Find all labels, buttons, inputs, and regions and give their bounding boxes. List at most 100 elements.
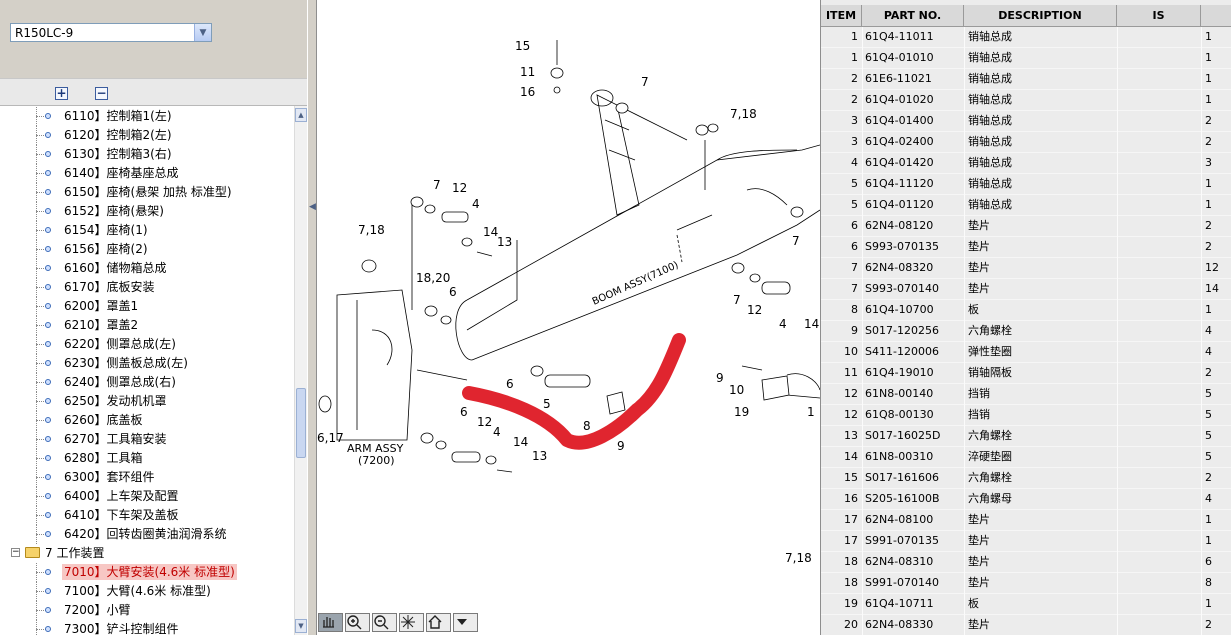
callout-number[interactable]: 13 xyxy=(497,235,512,249)
expand-all-button[interactable]: + xyxy=(55,87,68,100)
home-button[interactable] xyxy=(426,613,451,632)
tree-item[interactable]: 6230】侧盖板总成(左) xyxy=(0,354,294,373)
parts-table-row[interactable]: 3 61Q4-01400 销轴总成 2 xyxy=(821,111,1231,132)
parts-table-row[interactable]: 4 61Q4-01420 销轴总成 3 xyxy=(821,153,1231,174)
tree-item[interactable]: 6300】套环组件 xyxy=(0,468,294,487)
tree-item[interactable]: 6170】底板安装 xyxy=(0,278,294,297)
callout-number[interactable]: 6 xyxy=(449,285,457,299)
parts-table-row[interactable]: 2 61Q4-01020 销轴总成 1 xyxy=(821,90,1231,111)
tree-item-selected[interactable]: 7010】大臂安装(4.6米 标准型) xyxy=(0,563,294,582)
parts-table-row[interactable]: 9 S017-120256 六角螺栓 4 xyxy=(821,321,1231,342)
parts-table-row[interactable]: 1 61Q4-11011 销轴总成 1 xyxy=(821,27,1231,48)
parts-table-row[interactable]: 8 61Q4-10700 板 1 xyxy=(821,300,1231,321)
callout-number[interactable]: 7 xyxy=(733,293,741,307)
tree-item[interactable]: 6220】侧罩总成(左) xyxy=(0,335,294,354)
callout-number[interactable]: 12 xyxy=(452,181,467,195)
callout-number[interactable]: 15 xyxy=(515,39,530,53)
parts-table-row[interactable]: 18 S991-070140 垫片 8 xyxy=(821,573,1231,594)
callout-number[interactable]: 4 xyxy=(493,425,501,439)
callout-number[interactable]: 4 xyxy=(779,317,787,331)
col-header-is[interactable]: IS xyxy=(1117,5,1201,27)
tree-item[interactable]: 6280】工具箱 xyxy=(0,449,294,468)
tree-scrollbar[interactable]: ▲ ▼ xyxy=(294,106,307,635)
tree-item[interactable]: 6130】控制箱3(右) xyxy=(0,145,294,164)
tree-item[interactable]: 6420】回转齿圈黄油润滑系统 xyxy=(0,525,294,544)
callout-number[interactable]: 11 xyxy=(520,65,535,79)
tree-item[interactable]: 6160】储物箱总成 xyxy=(0,259,294,278)
parts-table-row[interactable]: 10 S411-120006 弹性垫圈 4 xyxy=(821,342,1231,363)
callout-number[interactable]: 14 xyxy=(513,435,528,449)
parts-table-row[interactable]: 14 61N8-00310 淬硬垫圈 5 xyxy=(821,447,1231,468)
tree-item[interactable]: 6140】座椅基座总成 xyxy=(0,164,294,183)
callout-number[interactable]: 8 xyxy=(583,419,591,433)
select-sparkle-button[interactable] xyxy=(399,613,424,632)
callout-number[interactable]: 12 xyxy=(747,303,762,317)
callout-number[interactable]: 13 xyxy=(532,449,547,463)
parts-table-row[interactable]: 6 S993-070135 垫片 2 xyxy=(821,237,1231,258)
tree-item[interactable]: 7100】大臂(4.6米 标准型) xyxy=(0,582,294,601)
callout-number[interactable]: 19 xyxy=(734,405,749,419)
zoom-in-button[interactable] xyxy=(345,613,370,632)
parts-table-row[interactable]: 5 61Q4-11120 销轴总成 1 xyxy=(821,174,1231,195)
tree-item[interactable]: 7200】小臂 xyxy=(0,601,294,620)
callout-number[interactable]: 1 xyxy=(807,405,815,419)
scroll-down-icon[interactable]: ▼ xyxy=(295,619,307,633)
tree-item[interactable]: 6152】座椅(悬架) xyxy=(0,202,294,221)
tree-folder-work-equipment[interactable]: − 7 工作装置 xyxy=(0,544,294,563)
scroll-up-icon[interactable]: ▲ xyxy=(295,108,307,122)
parts-table-row[interactable]: 17 62N4-08100 垫片 1 xyxy=(821,510,1231,531)
callout-number[interactable]: 7 xyxy=(433,178,441,192)
collapse-node-icon[interactable]: − xyxy=(11,548,20,557)
parts-table-row[interactable]: 13 S017-16025D 六角螺栓 5 xyxy=(821,426,1231,447)
scroll-thumb[interactable] xyxy=(296,388,306,458)
model-select[interactable]: R150LC-9 ▼ xyxy=(10,23,212,42)
tree-item[interactable]: 6410】下车架及盖板 xyxy=(0,506,294,525)
parts-table-row[interactable]: 6 62N4-08120 垫片 2 xyxy=(821,216,1231,237)
callout-number[interactable]: 6,17 xyxy=(317,431,344,445)
parts-table-row[interactable]: 2 61E6-11021 销轴总成 1 xyxy=(821,69,1231,90)
callout-number[interactable]: 6 xyxy=(460,405,468,419)
tree-item[interactable]: 6210】罩盖2 xyxy=(0,316,294,335)
parts-table-row[interactable]: 7 S993-070140 垫片 14 xyxy=(821,279,1231,300)
callout-number[interactable]: 18,20 xyxy=(416,271,450,285)
parts-table-row[interactable]: 20 62N4-08330 垫片 2 xyxy=(821,615,1231,635)
parts-table-row[interactable]: 5 61Q4-01120 销轴总成 1 xyxy=(821,195,1231,216)
chevron-down-icon[interactable]: ▼ xyxy=(194,24,211,41)
callout-number[interactable]: 6 xyxy=(506,377,514,391)
callout-number[interactable]: 12 xyxy=(477,415,492,429)
tree-item[interactable]: 6120】控制箱2(左) xyxy=(0,126,294,145)
callout-number[interactable]: 7 xyxy=(641,75,649,89)
col-header-part-no[interactable]: PART NO. xyxy=(862,5,964,27)
callout-number[interactable]: 9 xyxy=(617,439,625,453)
parts-table-row[interactable]: 19 61Q4-10711 板 1 xyxy=(821,594,1231,615)
exploded-drawing[interactable]: 15 11 16 7 7,18 7 12 4 14 13 7,18 18,20 6 7 7 12 4 14 6 5 6 1… xyxy=(317,0,820,635)
callout-number[interactable]: 16 xyxy=(520,85,535,99)
callout-number[interactable]: 7 xyxy=(792,234,800,248)
callout-number[interactable]: 4 xyxy=(472,197,480,211)
col-header-item[interactable]: ITEM xyxy=(821,5,862,27)
parts-table-row[interactable]: 18 62N4-08310 垫片 6 xyxy=(821,552,1231,573)
tree-item[interactable]: 6260】底盖板 xyxy=(0,411,294,430)
parts-table-row[interactable]: 16 S205-16100B 六角螺母 4 xyxy=(821,489,1231,510)
parts-table-row[interactable]: 3 61Q4-02400 销轴总成 2 xyxy=(821,132,1231,153)
tree-item[interactable]: 6154】座椅(1) xyxy=(0,221,294,240)
tree-item[interactable]: 6240】侧罩总成(右) xyxy=(0,373,294,392)
collapse-all-button[interactable]: − xyxy=(95,87,108,100)
parts-table-row[interactable]: 17 S991-070135 垫片 1 xyxy=(821,531,1231,552)
callout-number[interactable]: 7,18 xyxy=(358,223,385,237)
col-header-description[interactable]: DESCRIPTION xyxy=(964,5,1117,27)
parts-table-row[interactable]: 7 62N4-08320 垫片 12 xyxy=(821,258,1231,279)
tree-item[interactable]: 6270】工具箱安装 xyxy=(0,430,294,449)
parts-table-row[interactable]: 15 S017-161606 六角螺栓 2 xyxy=(821,468,1231,489)
parts-table-row[interactable]: 12 61N8-00140 挡销 5 xyxy=(821,384,1231,405)
dropdown-arrow-button[interactable] xyxy=(453,613,478,632)
callout-number[interactable]: 7,18 xyxy=(730,107,757,121)
callout-number[interactable]: 14 xyxy=(804,317,819,331)
tree-item[interactable]: 6156】座椅(2) xyxy=(0,240,294,259)
collapse-arrow-icon[interactable]: ◀ xyxy=(309,202,316,212)
zoom-out-button[interactable] xyxy=(372,613,397,632)
callout-number[interactable]: 10 xyxy=(729,383,744,397)
tree-item[interactable]: 6400】上车架及配置 xyxy=(0,487,294,506)
parts-table-row[interactable]: 11 61Q4-19010 销轴隔板 2 xyxy=(821,363,1231,384)
callout-number[interactable]: 5 xyxy=(543,397,551,411)
